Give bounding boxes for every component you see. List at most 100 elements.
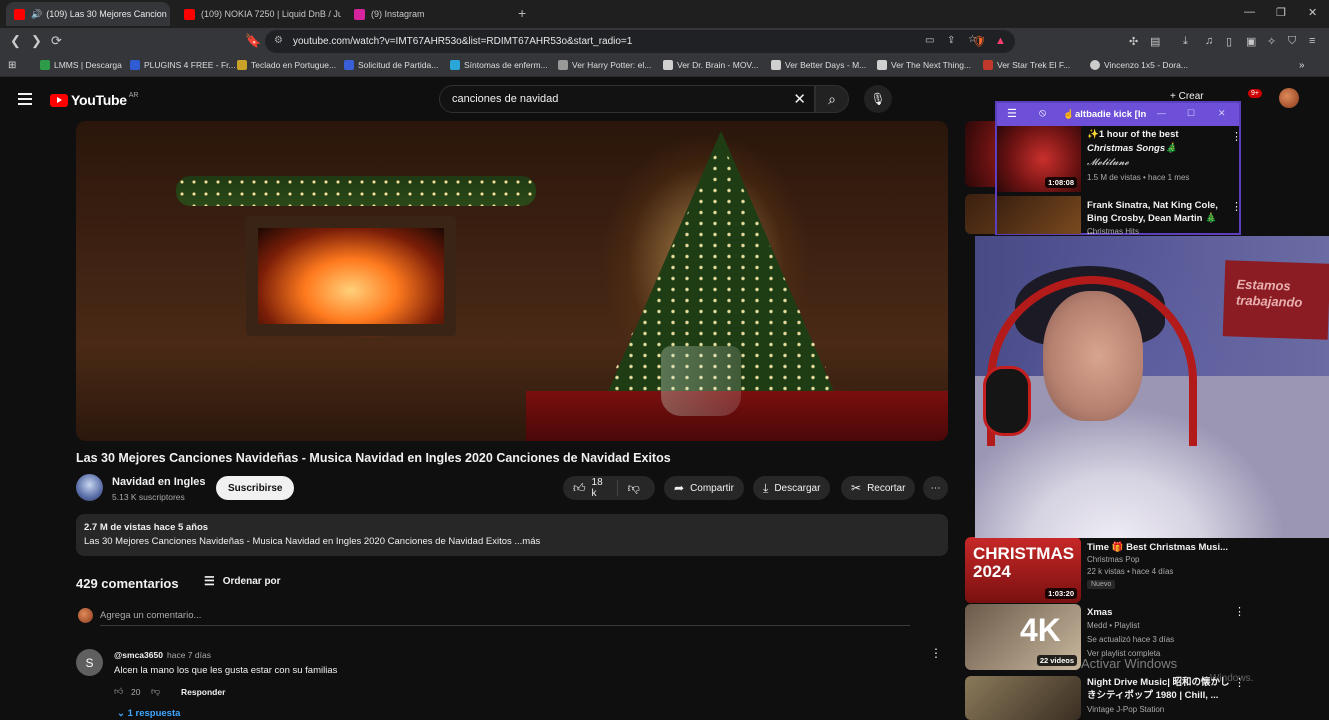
extensions-icon[interactable]: ✣ [1129, 35, 1138, 48]
close-tab-icon[interactable]: ✕ [167, 9, 170, 20]
overlay-thumbnail[interactable] [997, 196, 1081, 234]
site-info-icon[interactable]: ⚙ [274, 35, 283, 46]
cast-icon[interactable]: ▭ [925, 35, 934, 46]
overlay-minimize-icon[interactable]: — [1157, 108, 1166, 118]
share-icon[interactable]: ⇪ [947, 35, 955, 46]
replies-label: 1 respuesta [127, 708, 181, 719]
minimize-window-icon[interactable]: — [1244, 6, 1255, 18]
thumbs-up-icon[interactable]: 👍︎ [573, 481, 586, 496]
close-window-icon[interactable]: ✕ [1308, 6, 1317, 19]
download-button[interactable]: ⤓ Descargar [753, 476, 831, 500]
bookmark-item[interactable]: Ver Better Days - M... [771, 60, 866, 70]
apps-grid-icon[interactable]: ⊞ [8, 60, 16, 71]
bookmark-item[interactable]: Ver Dr. Brain - MOV... [663, 60, 758, 70]
thumbs-down-icon[interactable]: 👎︎ [628, 481, 640, 496]
clip-button[interactable]: ✂ Recortar [841, 476, 916, 500]
like-count[interactable]: 18 k [592, 477, 603, 499]
restore-window-icon[interactable]: ❐ [1276, 6, 1286, 19]
recommended-playlist-thumbnail[interactable]: 4K 22 videos [965, 604, 1081, 670]
brave-shield-icon[interactable]: 🛡 [972, 35, 986, 48]
comment-input-underline [100, 625, 910, 626]
comment-text: Alcen la mano los que les gusta estar co… [114, 665, 338, 676]
notifications-badge[interactable]: 9+ [1248, 89, 1262, 98]
vpn-icon[interactable]: ⛉ [1288, 35, 1296, 48]
recommended-channel: Medd • Playlist [1087, 621, 1140, 630]
subscribe-button[interactable]: Suscribirse [216, 476, 295, 500]
bookmark-item[interactable]: Teclado en Portugue... [237, 60, 336, 70]
video-player[interactable] [76, 121, 948, 441]
tab-youtube-active[interactable]: 🔊 (109) Las 30 Mejores Cancion ✕ [6, 2, 170, 26]
overlay-close-icon[interactable]: ✕ [1218, 108, 1226, 119]
sort-comments-button[interactable]: ☰ Ordenar por [204, 574, 281, 588]
forward-icon[interactable]: ❯ [31, 33, 42, 49]
sidebar-icon[interactable]: ▯ [1226, 35, 1232, 48]
comment-time[interactable]: hace 7 días [167, 650, 211, 660]
bookmark-item[interactable]: Ver Star Trek El F... [983, 60, 1070, 70]
comment-author[interactable]: @smca3650 [114, 650, 163, 660]
bookmark-item[interactable]: PLUGINS 4 FREE - Fr... [130, 60, 236, 70]
voice-search-button[interactable]: 🎙 [864, 85, 892, 113]
comment-more-icon[interactable]: ⋮ [930, 646, 942, 660]
more-actions-button[interactable]: ⋯ [923, 476, 948, 500]
menu-icon[interactable]: ≡ [1309, 35, 1315, 47]
more-vertical-icon[interactable]: ⋮ [1231, 200, 1242, 213]
clear-search-icon[interactable]: ✕ [793, 90, 806, 108]
recommended-title[interactable]: Time 🎁 Best Christmas Musi... [1087, 541, 1232, 554]
view-replies-button[interactable]: ⌄ 1 respuesta [117, 708, 180, 719]
channel-name[interactable]: Navidad en Ingles [112, 476, 206, 488]
url-text: youtube.com/watch?v=IMT67AHR53o&list=RDI… [293, 36, 633, 47]
reload-icon[interactable]: ⟳ [51, 33, 62, 49]
account-avatar[interactable] [1279, 88, 1299, 108]
recommended-channel: Vintage J-Pop Station [1087, 705, 1165, 714]
search-button[interactable]: ⌕ [815, 85, 849, 113]
media-icon[interactable]: ♫ [1205, 35, 1213, 47]
bookmark-item[interactable]: Ver Harry Potter: el... [558, 60, 651, 70]
description-box[interactable]: 2.7 M de vistas hace 5 años Las 30 Mejor… [76, 514, 948, 556]
overlay-titlebar[interactable]: ☰ ⦸ ☝ altbadie kick [In — ☐ ✕ [997, 103, 1239, 126]
overlay-menu-icon[interactable]: ☰ [1007, 107, 1017, 120]
more-bookmarks-icon[interactable]: » [1299, 60, 1305, 71]
channel-avatar[interactable] [76, 474, 103, 501]
recommended-thumbnail[interactable] [965, 676, 1081, 720]
hamburger-menu-icon[interactable] [18, 93, 32, 108]
wallet-card-icon[interactable]: ▣ [1246, 35, 1256, 48]
download-icon[interactable]: ⤓ [1183, 35, 1188, 48]
leo-ai-icon[interactable]: ✧ [1267, 35, 1276, 48]
activate-windows-watermark: Activar Windows [1081, 656, 1178, 671]
wallet-icon[interactable]: ▤ [1150, 35, 1160, 48]
youtube-logo[interactable]: YouTube AR [50, 92, 138, 108]
bookmark-item[interactable]: Vincenzo 1x5 - Dora... [1090, 60, 1188, 70]
recommended-title[interactable]: Xmas [1087, 606, 1232, 619]
brave-rewards-icon[interactable]: ▲ [995, 35, 1006, 47]
more-vertical-icon[interactable]: ⋮ [1231, 130, 1242, 143]
bookmark-item[interactable]: Ver The Next Thing... [877, 60, 971, 70]
bookmark-item[interactable]: Síntomas de enferm... [450, 60, 548, 70]
tab-youtube-nokia[interactable]: (109) NOKIA 7250 | Liquid DnB / Jung [176, 2, 341, 26]
recommended-thumbnail[interactable]: CHRISTMAS 2024 1:03:20 [965, 537, 1081, 603]
commenter-avatar[interactable]: S [76, 649, 103, 676]
tab-instagram[interactable]: (9) Instagram [346, 2, 511, 26]
bookmark-label: Ver The Next Thing... [891, 60, 972, 70]
overlay-video-title[interactable]: ✨1 hour of the best Christmas Songs🎄 𝓜𝓮𝓵… [1087, 128, 1227, 170]
bookmark-icon[interactable]: 🔖 [245, 33, 261, 49]
reply-button[interactable]: Responder [181, 687, 225, 697]
back-icon[interactable]: ❮ [10, 33, 21, 49]
search-input[interactable]: canciones de navidad ✕ [439, 85, 815, 113]
overlay-block-icon[interactable]: ⦸ [1039, 107, 1046, 120]
floating-overlay-window[interactable]: ☰ ⦸ ☝ altbadie kick [In — ☐ ✕ 1:08:08 ✨1… [995, 101, 1242, 237]
download-label: Descargar [774, 482, 821, 494]
sign-text: Estamos trabajando [1235, 276, 1303, 310]
title-line: Christmas Songs🎄 [1087, 143, 1177, 154]
overlay-maximize-icon[interactable]: ☐ [1187, 108, 1195, 119]
bookmark-item[interactable]: LMMS | Descarga [40, 60, 122, 70]
bookmark-item[interactable]: Solicitud de Partida... [344, 60, 438, 70]
comment-dislike-icon[interactable]: 👎︎ [151, 686, 160, 697]
add-comment-input[interactable]: Agrega un comentario... [100, 610, 201, 621]
address-bar[interactable]: ⚙ youtube.com/watch?v=IMT67AHR53o&list=R… [265, 30, 1015, 53]
new-tab-button[interactable]: + [518, 5, 526, 21]
overlay-thumbnail[interactable]: 1:08:08 [997, 126, 1081, 192]
more-vertical-icon[interactable]: ⋮ [1234, 605, 1245, 618]
share-button[interactable]: ➦ Compartir [664, 476, 744, 500]
comment-like-icon[interactable]: 👍︎ [114, 686, 123, 697]
document-icon [344, 60, 354, 70]
